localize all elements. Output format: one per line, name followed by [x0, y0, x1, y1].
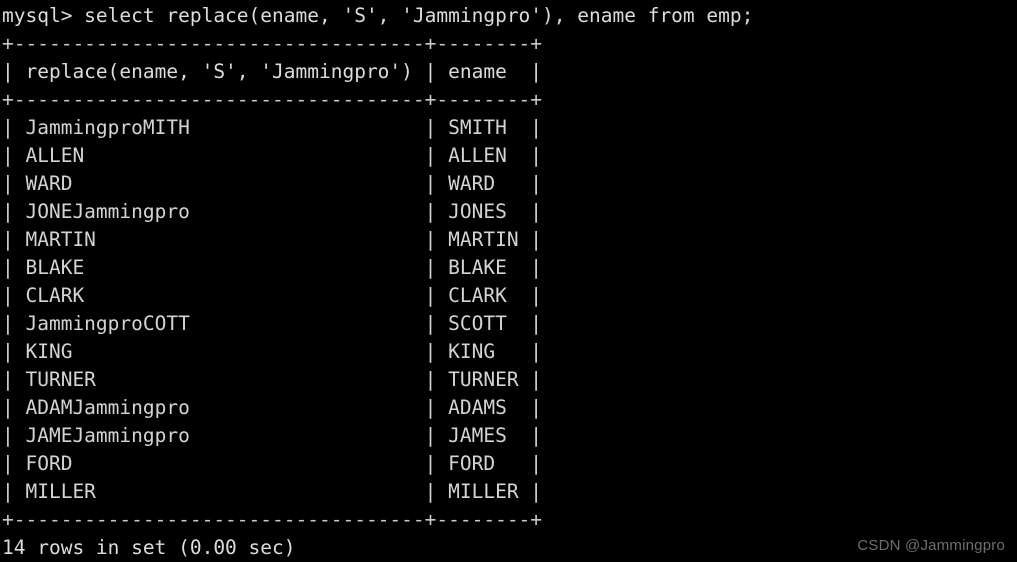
table-row: | JammingproCOTT | SCOTT |: [2, 312, 543, 335]
mysql-prompt-line: mysql> select replace(ename, 'S', 'Jammi…: [2, 4, 754, 27]
table-row: | JAMEJammingpro | JAMES |: [2, 424, 543, 447]
table-row: | ADAMJammingpro | ADAMS |: [2, 396, 543, 419]
terminal-window[interactable]: mysql> select replace(ename, 'S', 'Jammi…: [0, 0, 1017, 562]
table-row: | TURNER | TURNER |: [2, 368, 543, 391]
table-separator-top: +-----------------------------------+---…: [2, 32, 543, 55]
table-separator-header: +-----------------------------------+---…: [2, 88, 543, 111]
table-row: | ALLEN | ALLEN |: [2, 144, 543, 167]
table-row: | FORD | FORD |: [2, 452, 543, 475]
table-row: | JammingproMITH | SMITH |: [2, 116, 543, 139]
table-row: | JONEJammingpro | JONES |: [2, 200, 543, 223]
table-separator-bottom: +-----------------------------------+---…: [2, 508, 543, 531]
table-row: | CLARK | CLARK |: [2, 284, 543, 307]
table-row: | KING | KING |: [2, 340, 543, 363]
csdn-watermark: CSDN @Jammingpro: [857, 537, 1005, 554]
table-row: | MILLER | MILLER |: [2, 480, 543, 503]
table-header-row: | replace(ename, 'S', 'Jammingpro') | en…: [2, 60, 543, 83]
table-row: | MARTIN | MARTIN |: [2, 228, 543, 251]
table-row: | BLAKE | BLAKE |: [2, 256, 543, 279]
table-row: | WARD | WARD |: [2, 172, 543, 195]
